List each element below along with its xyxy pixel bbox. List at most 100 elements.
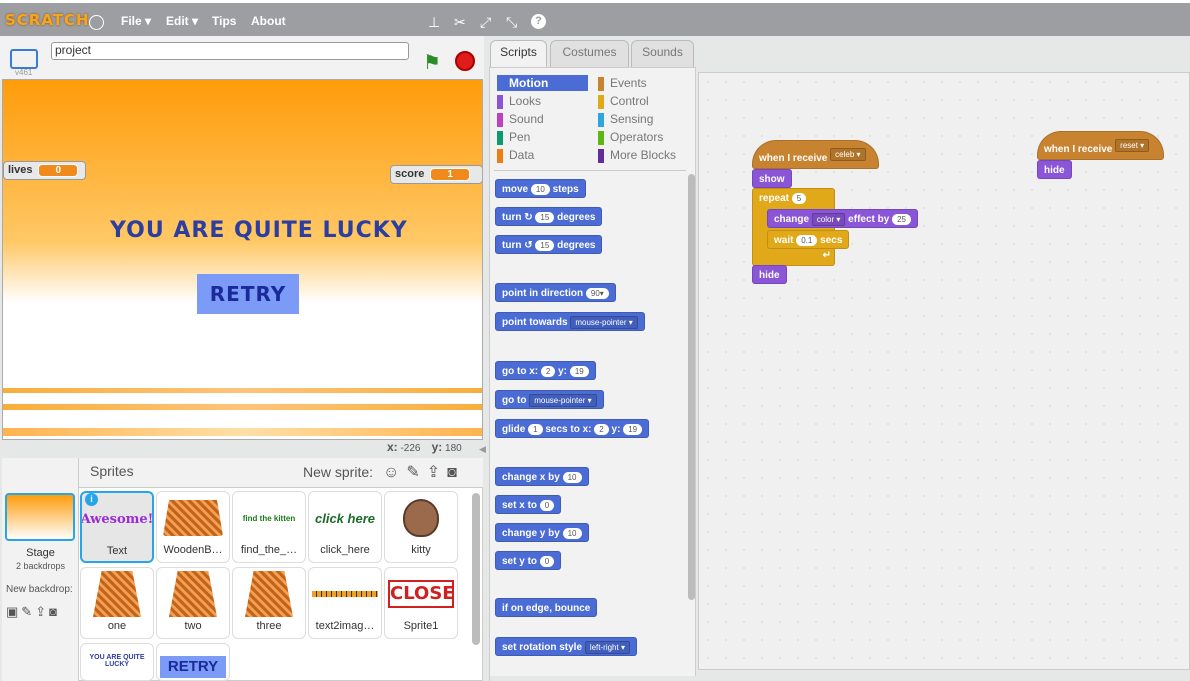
sprites-header: Sprites New sprite: ☺✎⇪◙ [79, 458, 483, 488]
grow-icon[interactable]: ⤢ [480, 14, 491, 31]
tab-scripts[interactable]: Scripts [490, 40, 547, 68]
palette-scrollbar[interactable] [688, 174, 695, 600]
block-change-x[interactable]: change x by 10 [495, 467, 589, 486]
category-control[interactable]: Control [598, 93, 649, 109]
lives-value: 0 [38, 164, 79, 177]
sprite-thumb-three[interactable]: three [232, 567, 306, 639]
block-set-y[interactable]: set y to 0 [495, 551, 562, 570]
block-go-to[interactable]: go to mouse-pointer ▾ [495, 390, 604, 409]
collapse-stage-icon[interactable]: ◀ [479, 444, 486, 455]
sprite-thumb-two[interactable]: two [156, 567, 230, 639]
block-glide[interactable]: glide 1 secs to x: 2 y: 19 [495, 419, 650, 438]
sprite-info-icon[interactable]: i [85, 493, 98, 506]
sprite-thumb-kitty[interactable]: kitty [384, 491, 458, 563]
menu-about[interactable]: About [251, 14, 286, 28]
score-monitor[interactable]: score 1 [390, 165, 482, 184]
block-change-effect[interactable]: change color ▾ effect by 25 [767, 209, 918, 228]
stage-message[interactable]: YOU ARE QUITE LUCKY [110, 218, 408, 243]
block-turn-right[interactable]: turn ↻ 15 degrees [495, 207, 603, 226]
block-move[interactable]: move 10 steps [495, 179, 586, 198]
block-change-y[interactable]: change y by 10 [495, 523, 589, 542]
tab-costumes[interactable]: Costumes [550, 40, 629, 68]
backdrop-camera-icon[interactable]: ◙ [49, 604, 60, 619]
stage-thumbnail[interactable] [5, 493, 75, 541]
menu-edit[interactable]: Edit ▾ [166, 14, 198, 28]
tab-sounds[interactable]: Sounds [631, 40, 694, 68]
menu-file[interactable]: File ▾ [121, 14, 151, 28]
sprites-title: Sprites [90, 463, 134, 479]
sprite-thumb-message[interactable]: YOU ARE QUITE LUCKY [80, 643, 154, 681]
scratch-logo[interactable]: SCRATCH [5, 11, 90, 29]
block-turn-left[interactable]: turn ↺ 15 degrees [495, 235, 603, 254]
category-more-blocks[interactable]: More Blocks [598, 147, 676, 163]
category-divider [494, 170, 686, 171]
stage[interactable]: lives 0 score 1 YOU ARE QUITE LUCKY RETRY [2, 79, 483, 440]
category-sound[interactable]: Sound [497, 111, 544, 127]
category-data[interactable]: Data [497, 147, 534, 163]
duplicate-stamp-icon[interactable]: ⊥ [428, 14, 440, 31]
sprite-paint-icon[interactable]: ✎ [406, 464, 426, 481]
backdrop-paint-icon[interactable]: ✎ [21, 604, 35, 619]
shrink-icon[interactable]: ⤡ [506, 14, 517, 31]
sprite-thumb-text2image[interactable]: text2imag… [308, 567, 382, 639]
presentation-mode-icon[interactable] [10, 49, 38, 69]
help-icon[interactable]: ? [531, 14, 546, 29]
block-point-direction[interactable]: point in direction 90▾ [495, 283, 616, 302]
rotate-right-icon: ↻ [524, 212, 533, 223]
backdrop-upload-icon[interactable]: ⇪ [35, 604, 49, 619]
project-name-input[interactable]: project [51, 42, 409, 60]
sprite-thumb-click-here[interactable]: click here click_here [308, 491, 382, 563]
stage-label: Stage [26, 547, 55, 559]
green-flag-icon[interactable]: ⚑ [423, 50, 441, 75]
basket-image [245, 571, 293, 617]
stage-stripe [3, 404, 482, 410]
backdrop-library-icon[interactable]: ▣ [6, 604, 21, 619]
category-motion[interactable]: Motion [497, 75, 588, 91]
block-hide[interactable]: hide [752, 265, 787, 284]
category-pen[interactable]: Pen [497, 129, 530, 145]
sprite-thumb-find-the[interactable]: find the kitten find_the_… [232, 491, 306, 563]
category-events[interactable]: Events [598, 75, 647, 91]
sprites-scrollbar[interactable] [472, 493, 480, 645]
sprite-library-icon[interactable]: ☺ [383, 464, 406, 481]
menu-bar: SCRATCH File ▾ Edit ▾ Tips About ⊥ ✂ ⤢ ⤡… [0, 0, 1190, 36]
category-operators[interactable]: Operators [598, 129, 663, 145]
basket-image [163, 500, 223, 536]
backpack-bar[interactable] [490, 676, 1190, 681]
stage-stripe [3, 388, 482, 393]
lives-monitor[interactable]: lives 0 [3, 161, 86, 180]
stage-stripe [3, 428, 482, 436]
block-wait[interactable]: wait 0.1 secs [767, 230, 850, 249]
block-show[interactable]: show [752, 169, 792, 188]
block-when-i-receive-celeb[interactable]: when I receive celeb ▾ [752, 140, 879, 169]
retry-sprite[interactable]: RETRY [197, 274, 299, 314]
category-looks[interactable]: Looks [497, 93, 541, 109]
sprite-camera-icon[interactable]: ◙ [447, 464, 464, 481]
block-bounce[interactable]: if on edge, bounce [495, 598, 598, 617]
rotate-left-icon: ↺ [524, 240, 533, 251]
block-set-x[interactable]: set x to 0 [495, 495, 562, 514]
backdrop-count: 2 backdrops [15, 561, 66, 571]
sprite-thumb-woodenb[interactable]: WoodenB… [156, 491, 230, 563]
block-point-towards[interactable]: point towards mouse-pointer ▾ [495, 312, 645, 331]
language-globe-icon[interactable] [89, 15, 104, 30]
block-go-to-xy[interactable]: go to x: 2 y: 19 [495, 361, 596, 380]
sprite-thumb-one[interactable]: one [80, 567, 154, 639]
menu-tips[interactable]: Tips [212, 14, 236, 28]
block-hide-reset[interactable]: hide [1037, 160, 1072, 179]
block-when-i-receive-reset[interactable]: when I receive reset ▾ [1037, 131, 1164, 160]
sprite-thumb-retry[interactable]: RETRY [156, 643, 230, 681]
backdrop-tools: ▣✎⇪◙ [6, 604, 60, 620]
sprite-upload-icon[interactable]: ⇪ [427, 464, 447, 481]
mouse-coords: x: -226 y: 180 [387, 440, 462, 454]
stop-sign-icon[interactable] [455, 51, 475, 71]
stage-column: Stage 2 backdrops New backdrop: ▣✎⇪◙ [2, 458, 79, 681]
new-backdrop-label: New backdrop: [6, 584, 73, 595]
sprite-thumb-sprite1[interactable]: CLOSE Sprite1 [384, 567, 458, 639]
score-value: 1 [430, 168, 470, 181]
new-sprite-tools: ☺✎⇪◙ [383, 462, 464, 482]
category-sensing[interactable]: Sensing [598, 111, 653, 127]
delete-scissors-icon[interactable]: ✂ [454, 14, 466, 31]
sprite-thumb-text[interactable]: i Awesome! Text [80, 491, 154, 563]
block-rotation-style[interactable]: set rotation style left-right ▾ [495, 637, 637, 656]
